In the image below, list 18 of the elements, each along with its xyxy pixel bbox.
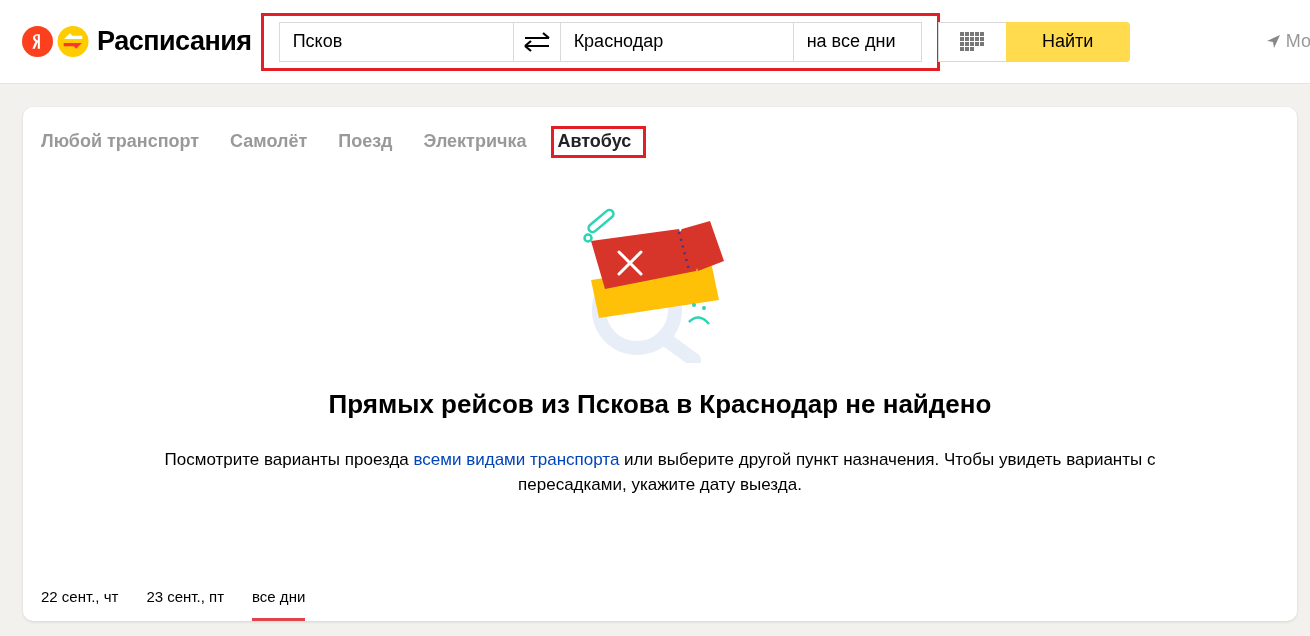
all-transport-link[interactable]: всеми видами транспорта	[413, 450, 620, 469]
from-field[interactable]: Псков	[278, 21, 513, 62]
search-button[interactable]: Найти	[1005, 21, 1130, 62]
logo-text[interactable]: Расписания	[97, 26, 252, 57]
calendar-button[interactable]	[937, 21, 1006, 62]
date-field[interactable]: на все дни	[793, 21, 922, 62]
arrows-logo-icon[interactable]	[57, 26, 89, 57]
empty-state-title: Прямых рейсов из Пскова в Краснодар не найдено	[327, 389, 993, 420]
yandex-logo-icon[interactable]	[22, 26, 53, 57]
swap-button[interactable]	[512, 21, 561, 62]
transport-tab[interactable]: Автобус	[551, 126, 647, 158]
calendar-grid-icon	[960, 32, 985, 51]
date-tab[interactable]: 22 сент., чт	[41, 578, 119, 621]
date-tab[interactable]: все дни	[252, 578, 306, 621]
location-arrow-icon	[1266, 35, 1280, 48]
empty-state-text: Посмотрите варианты проезда всеми видами транспорта или выберите другой пункт назначения. Чтобы увидеть варианты с пересадками, укажите дату выезда.	[163, 449, 1157, 496]
to-field[interactable]: Краснодар	[560, 21, 794, 62]
date-tab[interactable]: 23 сент., пт	[146, 578, 225, 621]
